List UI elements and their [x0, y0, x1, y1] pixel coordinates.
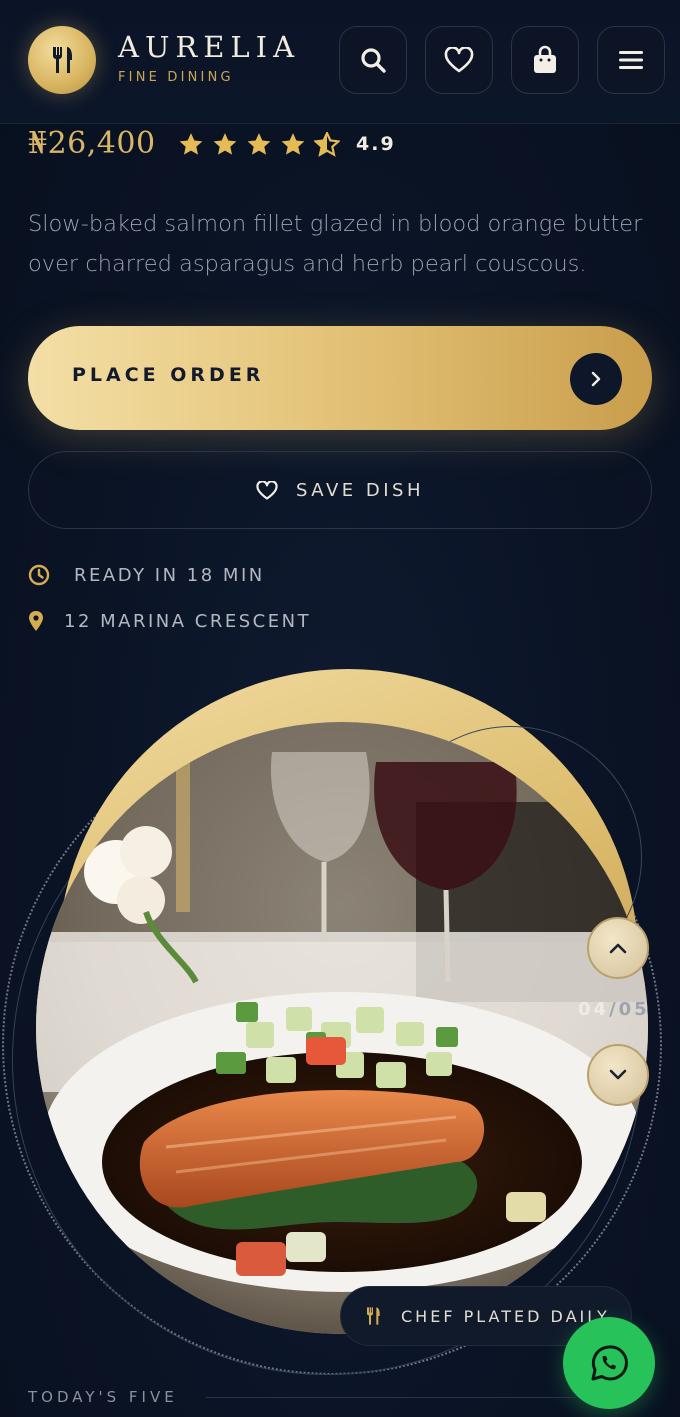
location-row: 12 MARINA CRESCENT — [28, 610, 311, 632]
section-title-today: TODAY'S FIVE — [28, 1388, 178, 1406]
star-icon — [247, 133, 271, 155]
carousel-current: 04 — [578, 999, 610, 1020]
heart-icon — [444, 47, 474, 73]
carousel-counter: 04/05 — [578, 999, 650, 1020]
carousel-separator: / — [609, 999, 619, 1020]
rating-stars — [178, 132, 340, 157]
chef-plated-label: CHEF PLATED DAILY — [401, 1306, 610, 1326]
carousel-prev-button[interactable] — [587, 917, 649, 979]
cutlery-icon — [367, 1307, 380, 1325]
rating-value: 4.9 — [356, 133, 396, 155]
clock-icon — [28, 564, 50, 586]
cutlery-icon — [53, 47, 72, 73]
star-icon — [213, 133, 237, 155]
search-button[interactable] — [339, 26, 407, 94]
brand-name: AURELIA — [118, 30, 301, 64]
star-half-icon — [314, 132, 340, 157]
whatsapp-button[interactable] — [563, 1317, 655, 1409]
logo-badge[interactable] — [28, 26, 96, 94]
save-dish-label: SAVE DISH — [296, 479, 424, 501]
app-header: AURELIA FINE DINING — [0, 0, 680, 124]
place-order-label: PLACE ORDER — [72, 364, 265, 386]
ready-time-label: READY IN 18 MIN — [74, 564, 265, 586]
location-pin-icon — [29, 611, 43, 631]
brand-tagline: FINE DINING — [118, 70, 234, 85]
menu-button[interactable] — [597, 26, 665, 94]
dish-price: ₦26,400 — [28, 126, 156, 161]
ready-time-row: READY IN 18 MIN — [28, 564, 265, 586]
chevron-right-icon — [591, 371, 601, 387]
heart-icon — [256, 480, 278, 500]
carousel-total: 05 — [618, 999, 650, 1020]
save-dish-button[interactable]: SAVE DISH — [28, 451, 652, 529]
location-label: 12 MARINA CRESCENT — [64, 610, 312, 632]
star-icon — [179, 133, 203, 155]
search-icon — [361, 48, 386, 73]
dish-detail-page: AURELIA FINE DINING ₦26,400 4.9 Slow-bak… — [0, 0, 680, 1417]
place-order-button[interactable]: PLACE ORDER — [28, 326, 652, 430]
cart-button[interactable] — [511, 26, 579, 94]
section-divider — [206, 1397, 576, 1398]
star-icon — [281, 133, 305, 155]
chevron-down-icon — [609, 1069, 627, 1080]
carousel-next-button[interactable] — [587, 1044, 649, 1106]
whatsapp-icon — [591, 1345, 628, 1381]
shopping-bag-icon — [534, 45, 556, 73]
order-arrow-badge — [570, 353, 622, 405]
dish-description: Slow-baked salmon fillet glazed in blood… — [28, 211, 643, 277]
favorites-button[interactable] — [425, 26, 493, 94]
dish-photo — [36, 722, 648, 1334]
dish-hero-carousel: 04/05 CHEF PLATED DAILY — [0, 660, 680, 1417]
hamburger-icon — [619, 51, 643, 69]
chevron-up-icon — [609, 943, 627, 954]
